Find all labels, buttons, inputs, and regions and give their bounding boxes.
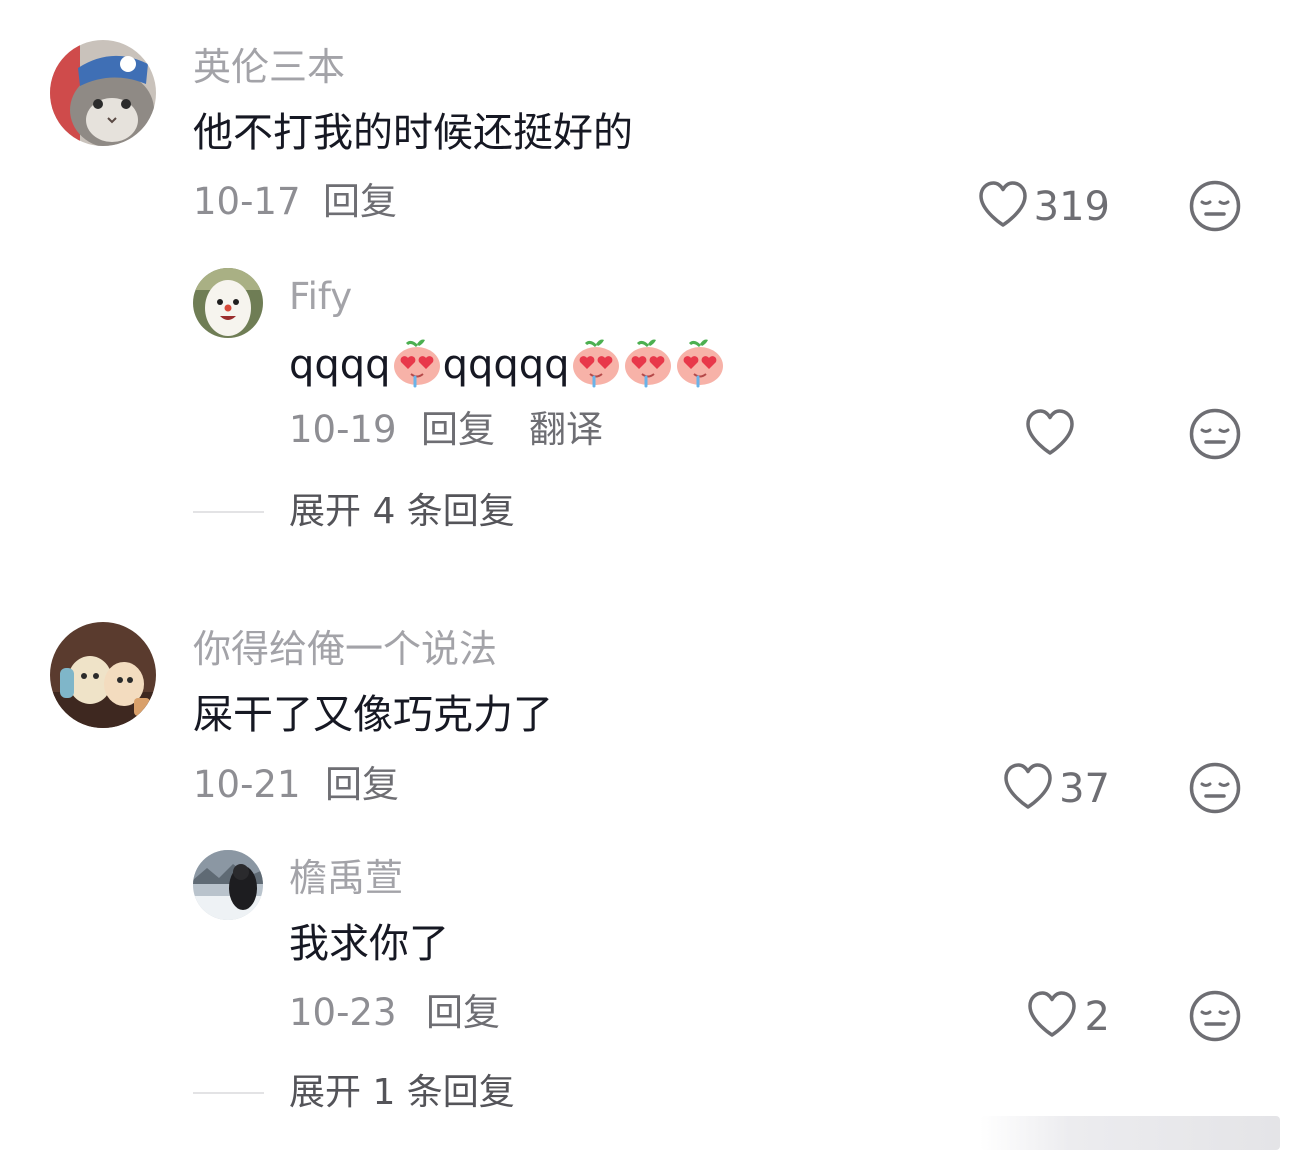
translate-button[interactable]: 翻译 (529, 411, 603, 448)
reply-button[interactable]: 回复 (421, 411, 495, 448)
comment-text: 他不打我的时候还挺好的 (193, 110, 633, 156)
cat-avatar-icon (50, 40, 156, 146)
heart-outline-icon[interactable] (1024, 408, 1076, 458)
comment-text: 屎干了又像巧克力了 (193, 692, 553, 738)
heart-outline-icon[interactable] (977, 180, 1029, 230)
peach-heart-eyes-emoji-icon (570, 336, 622, 388)
reply-button[interactable]: 回复 (426, 994, 500, 1031)
reply-text: 我求你了 (289, 921, 449, 967)
reply-date: 10-19 (289, 408, 397, 451)
watermark-bar (980, 1116, 1280, 1150)
reply-username[interactable]: Fify (289, 278, 352, 315)
avatar[interactable] (193, 268, 263, 338)
peach-heart-eyes-emoji-icon (622, 336, 674, 388)
comment-username[interactable]: 英伦三本 (193, 48, 345, 86)
reply-button[interactable]: 回复 (323, 183, 397, 220)
neutral-face-icon[interactable] (1189, 990, 1241, 1042)
avatar[interactable] (193, 850, 263, 920)
avatar[interactable] (50, 40, 156, 146)
reply-text: qqqq qqqqq (289, 336, 726, 388)
reply-text-part: qqqqq (442, 342, 570, 388)
neutral-face-icon[interactable] (1189, 408, 1241, 460)
expand-divider (193, 1092, 264, 1094)
snow-scene-avatar-icon (193, 850, 263, 920)
like-count: 319 (1033, 184, 1110, 230)
reply-date: 10-23 (289, 991, 397, 1034)
neutral-face-icon[interactable] (1189, 762, 1241, 814)
peach-heart-eyes-emoji-icon (391, 336, 443, 388)
neutral-face-icon[interactable] (1189, 180, 1241, 232)
heart-outline-icon[interactable] (1002, 762, 1054, 812)
expand-replies-button[interactable]: 展开 1 条回复 (289, 1075, 515, 1111)
comment-date: 10-21 (193, 763, 301, 806)
heart-outline-icon[interactable] (1026, 990, 1078, 1040)
expand-divider (193, 511, 264, 513)
plush-toys-avatar-icon (50, 622, 156, 728)
reply-button[interactable]: 回复 (325, 766, 399, 803)
comment-date: 10-17 (193, 180, 301, 223)
comment-username[interactable]: 你得给俺一个说法 (193, 630, 497, 668)
avatar[interactable] (50, 622, 156, 728)
expand-replies-button[interactable]: 展开 4 条回复 (289, 494, 515, 530)
like-count: 37 (1059, 766, 1110, 812)
reply-text-part: qqqq (289, 342, 391, 388)
reply-username[interactable]: 檐禹萱 (289, 859, 403, 897)
like-count: 2 (1084, 994, 1110, 1040)
peach-heart-eyes-emoji-icon (674, 336, 726, 388)
white-creature-avatar-icon (193, 268, 263, 338)
